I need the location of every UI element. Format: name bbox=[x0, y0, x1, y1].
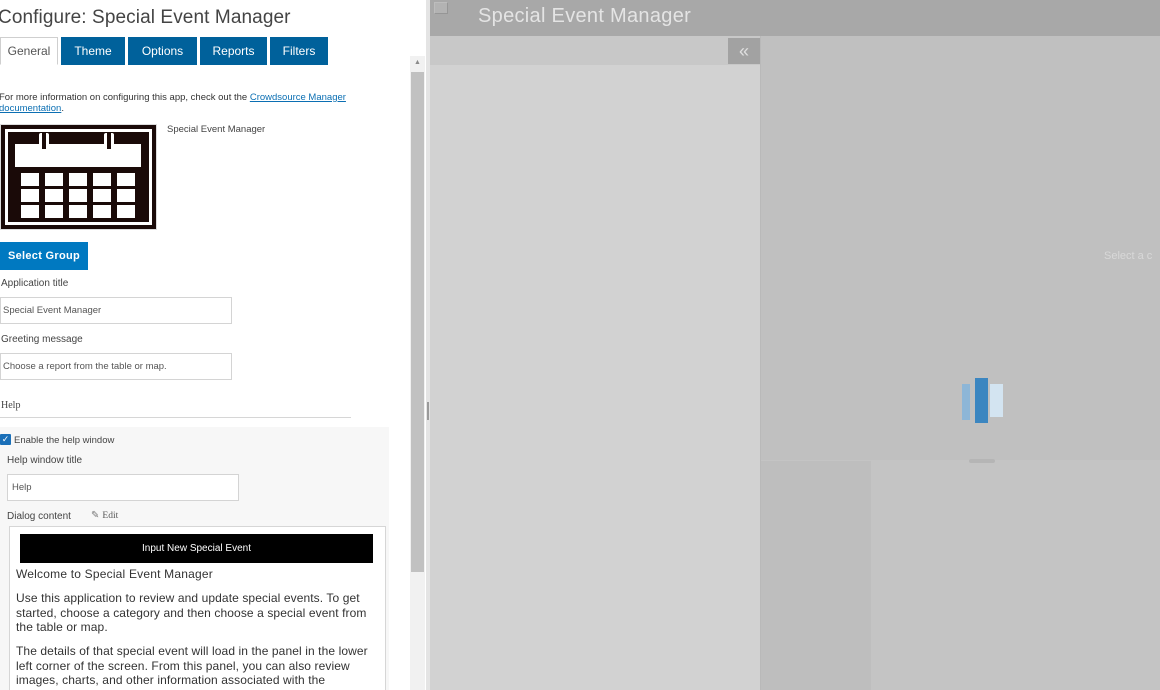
config-scrollbar[interactable]: ▲ bbox=[410, 56, 425, 690]
tab-filters[interactable]: Filters bbox=[270, 37, 328, 65]
tab-theme[interactable]: Theme bbox=[61, 37, 125, 65]
info-prefix: For more information on configuring this… bbox=[0, 92, 250, 103]
loader-bar-3 bbox=[990, 384, 1003, 417]
preview-title: Special Event Manager bbox=[478, 5, 692, 27]
help-divider bbox=[0, 417, 351, 418]
help-window-title-label: Help window title bbox=[7, 455, 83, 466]
double-chevron-left-icon[interactable]: « bbox=[728, 38, 760, 64]
tab-options[interactable]: Options bbox=[128, 37, 197, 65]
application-title-input[interactable]: Special Event Manager bbox=[0, 297, 232, 324]
preview-divider bbox=[760, 36, 761, 690]
app-logo-icon bbox=[434, 2, 448, 14]
app-icon-caption: Special Event Manager bbox=[167, 124, 266, 135]
preview-hint-text: Select a c bbox=[1104, 250, 1153, 262]
help-window-title-input[interactable]: Help bbox=[7, 474, 239, 501]
edit-dialog-button[interactable]: ✎ Edit bbox=[91, 510, 118, 521]
pencil-icon: ✎ bbox=[91, 510, 100, 521]
preview-left-panel bbox=[430, 36, 760, 690]
info-suffix: . bbox=[61, 103, 64, 114]
dialog-paragraph-1: Use this application to review and updat… bbox=[16, 591, 367, 634]
greeting-message-input[interactable]: Choose a report from the table or map. bbox=[0, 353, 232, 380]
splitter-grip-icon[interactable] bbox=[427, 402, 429, 420]
enable-help-label: Enable the help window bbox=[14, 435, 115, 446]
enable-help-checkbox[interactable]: ✓ bbox=[0, 434, 11, 445]
greeting-message-label: Greeting message bbox=[1, 334, 83, 345]
documentation-link-line1: Crowdsource Manager bbox=[249, 92, 346, 103]
app-preview: Special Event Manager « Select a c bbox=[430, 0, 1160, 690]
preview-details-left bbox=[761, 461, 871, 690]
loader-bar-2 bbox=[975, 378, 988, 423]
info-text: For more information on configuring this… bbox=[0, 92, 394, 114]
loader-shadow bbox=[969, 459, 995, 463]
config-panel: Configure: Special Event Manager General… bbox=[0, 0, 430, 690]
calendar-icon bbox=[1, 125, 156, 229]
select-group-button[interactable]: Select Group bbox=[0, 242, 88, 270]
tab-general[interactable]: General bbox=[0, 37, 58, 65]
app-icon-thumbnail[interactable] bbox=[0, 124, 157, 230]
help-section-heading: Help bbox=[1, 400, 21, 411]
config-title: Configure: Special Event Manager bbox=[0, 7, 291, 28]
config-tabs: General Theme Options Reports Filters bbox=[0, 37, 331, 65]
preview-details-panel bbox=[871, 461, 1160, 690]
application-title-label: Application title bbox=[1, 278, 69, 289]
scrollbar-thumb[interactable] bbox=[411, 72, 424, 572]
preview-left-toolbar bbox=[430, 36, 760, 65]
loader-bar-1 bbox=[962, 384, 970, 420]
preview-header: Special Event Manager bbox=[430, 0, 1160, 36]
input-new-special-event-button[interactable]: Input New Special Event bbox=[20, 534, 373, 563]
tab-reports[interactable]: Reports bbox=[200, 37, 267, 65]
scroll-up-arrow-icon[interactable]: ▲ bbox=[410, 56, 425, 70]
dialog-paragraph-2: The details of that special event will l… bbox=[16, 644, 368, 690]
dialog-heading: Welcome to Special Event Manager bbox=[16, 567, 213, 581]
dialog-content-label: Dialog content bbox=[7, 511, 71, 522]
dialog-content-preview[interactable]: Input New Special Event Welcome to Speci… bbox=[9, 526, 386, 690]
edit-label: Edit bbox=[102, 511, 119, 521]
documentation-link-line2: documentation bbox=[0, 103, 62, 114]
preview-map-area bbox=[761, 36, 1160, 460]
